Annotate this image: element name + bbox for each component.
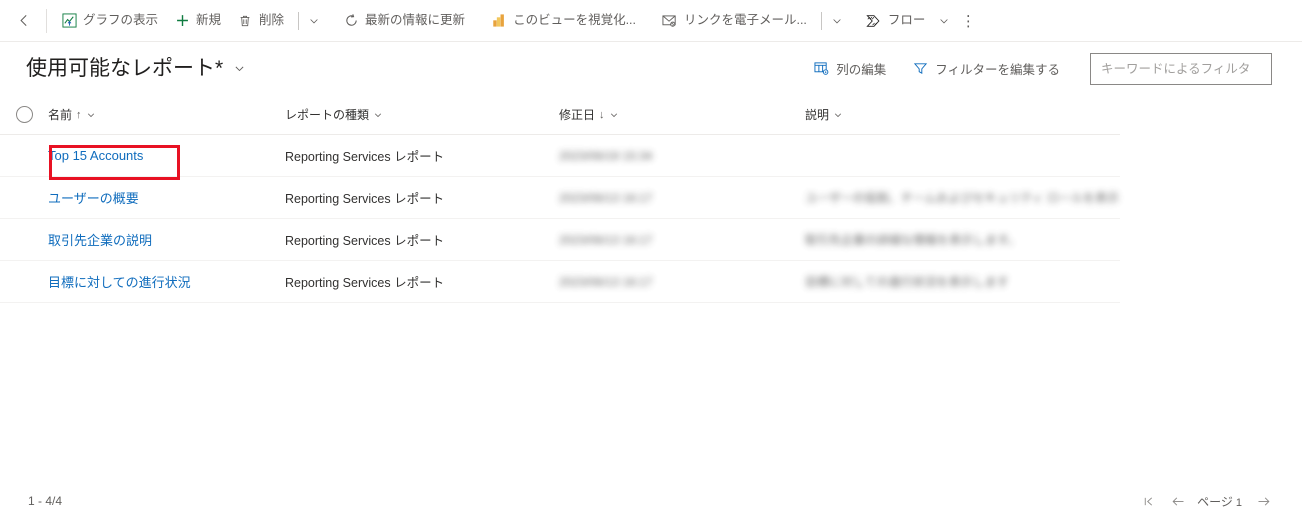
plus-icon xyxy=(174,13,190,29)
column-header-modified-on-label: 修正日 xyxy=(559,108,596,122)
row-modified-on-cell: 2023/06/13 16:17 xyxy=(559,232,653,247)
new-button[interactable]: 新規 xyxy=(166,4,229,38)
email-split-divider xyxy=(820,11,822,30)
table-row[interactable]: ユーザーの概要 Reporting Services レポート 2023/06/… xyxy=(0,177,1120,219)
show-chart-button[interactable]: グラフの表示 xyxy=(53,4,166,38)
page-number: 1 xyxy=(1235,496,1242,509)
record-count-label: 1 - 4/4 xyxy=(28,494,63,508)
toolbar-divider xyxy=(46,8,47,33)
report-link[interactable]: 目標に対しての進行状況 xyxy=(48,275,191,290)
previous-page-button[interactable] xyxy=(1163,487,1193,515)
refresh-label: 最新の情報に更新 xyxy=(365,13,466,28)
row-report-type-cell: Reporting Services レポート xyxy=(285,276,445,290)
column-menu-chevron-icon[interactable] xyxy=(86,110,96,120)
page-label: ページ xyxy=(1197,494,1233,509)
first-page-button[interactable] xyxy=(1133,487,1163,515)
column-header-report-type-label: レポートの種類 xyxy=(285,108,370,122)
column-header-name-label: 名前 xyxy=(48,108,73,122)
flow-button[interactable]: フロー xyxy=(858,4,934,38)
row-name-cell[interactable]: 取引先企業の説明 xyxy=(48,230,285,249)
row-report-type-cell: Reporting Services レポート xyxy=(285,234,445,248)
delete-button[interactable]: 削除 xyxy=(229,4,292,38)
table-row[interactable]: 取引先企業の説明 Reporting Services レポート 2023/06… xyxy=(0,219,1120,261)
report-link[interactable]: ユーザーの概要 xyxy=(48,191,139,206)
edit-filters-button[interactable]: フィルターを編集する xyxy=(912,53,1060,85)
page-indicator: ページ 1 xyxy=(1197,493,1242,510)
email-dropdown-chevron-icon[interactable] xyxy=(826,5,848,37)
visualize-view-label: このビューを視覚化... xyxy=(513,13,636,28)
email-link-button[interactable]: リンクを電子メール... xyxy=(654,4,815,38)
grid-column-headers: 名前 ↑ レポートの種類 修正日 ↓ 説明 xyxy=(0,95,1120,135)
flow-dropdown-chevron-icon[interactable] xyxy=(933,5,955,37)
flow-icon xyxy=(866,13,882,29)
row-report-type-cell: Reporting Services レポート xyxy=(285,150,445,164)
reports-grid: 名前 ↑ レポートの種類 修正日 ↓ 説明 Top 15 Accounts Re… xyxy=(0,95,1302,303)
column-menu-chevron-icon[interactable] xyxy=(373,110,383,120)
table-row[interactable]: 目標に対しての進行状況 Reporting Services レポート 2023… xyxy=(0,261,1120,303)
row-name-cell[interactable]: Top 15 Accounts xyxy=(48,148,285,163)
sort-ascending-icon: ↑ xyxy=(76,108,82,121)
flow-label: フロー xyxy=(887,13,926,28)
report-link[interactable]: 取引先企業の説明 xyxy=(48,233,152,248)
visualize-view-button[interactable]: このビューを視覚化... xyxy=(483,4,644,38)
grid-footer: 1 - 4/4 ページ 1 xyxy=(0,481,1302,521)
row-modified-on-cell: 2023/06/13 16:17 xyxy=(559,274,653,289)
column-header-description[interactable]: 説明 xyxy=(805,106,1120,123)
column-header-modified-on[interactable]: 修正日 ↓ xyxy=(559,106,805,123)
edit-columns-icon xyxy=(813,61,829,77)
row-description-cell: ユーザーの役割、チームおよびセキュリティ ロールを表示します。 xyxy=(805,191,1120,205)
select-all-circle-icon xyxy=(15,106,33,123)
row-report-type-cell: Reporting Services レポート xyxy=(285,192,445,206)
row-description-cell: 目標に対しての進行状況を表示します xyxy=(805,275,1009,289)
delete-split-divider xyxy=(298,11,300,30)
column-header-report-type[interactable]: レポートの種類 xyxy=(285,106,559,123)
overflow-menu-button[interactable]: ⋮ xyxy=(955,5,981,37)
column-header-name[interactable]: 名前 ↑ xyxy=(48,106,285,123)
filter-icon xyxy=(912,61,928,77)
row-description-cell: 取引先企業の詳細な情報を表示します。 xyxy=(805,233,1020,247)
row-modified-on-cell: 2023/06/13 16:17 xyxy=(559,190,653,205)
delete-label: 削除 xyxy=(259,13,285,28)
email-link-icon xyxy=(662,13,678,29)
refresh-button[interactable]: 最新の情報に更新 xyxy=(335,4,473,38)
report-link[interactable]: Top 15 Accounts xyxy=(48,148,143,163)
search-input[interactable] xyxy=(1099,60,1263,77)
column-menu-chevron-icon[interactable] xyxy=(609,110,619,120)
delete-dropdown-chevron-icon[interactable] xyxy=(303,5,325,37)
sort-descending-icon: ↓ xyxy=(599,108,605,121)
column-menu-chevron-icon[interactable] xyxy=(833,110,843,120)
row-modified-on-cell: 2023/06/19 15:34 xyxy=(559,148,653,163)
view-selector-chevron-icon[interactable] xyxy=(233,62,246,75)
back-button[interactable] xyxy=(8,5,40,37)
trash-icon xyxy=(237,13,253,29)
keyword-filter-box[interactable] xyxy=(1090,52,1272,85)
view-header: 使用可能なレポート* 列の編集 フィルターを編集する xyxy=(0,42,1302,95)
page-title: 使用可能なレポート* xyxy=(26,57,224,80)
next-page-button[interactable] xyxy=(1248,487,1278,515)
table-row[interactable]: Top 15 Accounts Reporting Services レポート … xyxy=(0,135,1120,177)
select-all-checkbox[interactable] xyxy=(0,106,48,123)
show-chart-label: グラフの表示 xyxy=(83,13,159,28)
row-name-cell[interactable]: ユーザーの概要 xyxy=(48,188,285,207)
edit-filters-label: フィルターを編集する xyxy=(935,63,1060,77)
email-link-label: リンクを電子メール... xyxy=(683,13,807,28)
refresh-icon xyxy=(343,13,359,29)
column-header-description-label: 説明 xyxy=(805,108,830,122)
edit-columns-button[interactable]: 列の編集 xyxy=(813,53,886,85)
chart-icon xyxy=(61,13,77,29)
new-label: 新規 xyxy=(196,13,222,28)
edit-columns-label: 列の編集 xyxy=(836,63,887,77)
pagination-controls: ページ 1 xyxy=(1133,487,1278,515)
powerbi-icon xyxy=(491,13,507,29)
command-bar: グラフの表示 新規 削除 最新の情報に更新 このビューを視覚化... リンクを電… xyxy=(0,0,1302,42)
row-name-cell[interactable]: 目標に対しての進行状況 xyxy=(48,272,285,291)
